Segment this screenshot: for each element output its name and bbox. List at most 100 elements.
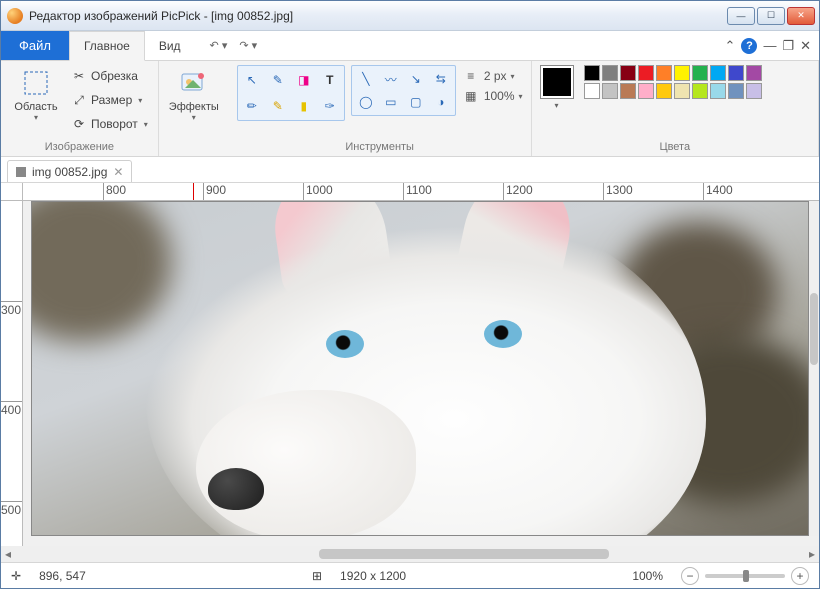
document-tab[interactable]: img 00852.jpg ✕ (7, 160, 132, 182)
status-bar: ✛ 896, 547 ⊞ 1920 x 1200 100% − + (1, 562, 819, 588)
scrollbar-horizontal[interactable]: ◂ ▸ (1, 546, 819, 562)
crop-button[interactable]: ✂ Обрезка (69, 65, 150, 87)
help-icon[interactable]: ? (741, 38, 757, 54)
ellipse-shape[interactable]: ◯ (355, 92, 377, 112)
close-tab-icon[interactable]: ✕ (113, 165, 123, 179)
color-swatch[interactable] (638, 83, 654, 99)
document-tabs: img 00852.jpg ✕ (1, 157, 819, 183)
cursor-position-icon: ✛ (11, 569, 21, 583)
tab-view[interactable]: Вид (145, 31, 196, 60)
ruler-vertical[interactable]: 300400500 (1, 201, 23, 546)
collapse-ribbon-icon[interactable]: ⌃ (725, 38, 736, 54)
color-swatch[interactable] (620, 65, 636, 81)
effects-button[interactable]: Эффекты ▾ (167, 65, 221, 122)
line-shape[interactable]: ╲ (355, 69, 377, 89)
color-swatch[interactable] (602, 83, 618, 99)
select-area-button[interactable]: Область ▾ (9, 65, 63, 122)
redo-button[interactable]: ↷ ▾ (235, 37, 261, 54)
ribbon-tab-row: Файл Главное Вид ↶ ▾ ↷ ▾ ⌃ ? — ❐ ✕ (1, 31, 819, 61)
cursor-position: 896, 547 (39, 569, 86, 583)
undo-button[interactable]: ↶ ▾ (206, 37, 232, 54)
rotate-button[interactable]: ⟳ Поворот▾ (69, 113, 150, 135)
color-swatch[interactable] (602, 65, 618, 81)
color-swatch[interactable] (746, 65, 762, 81)
group-tools-label: Инструменты (237, 139, 523, 156)
effects-icon (178, 67, 210, 99)
canvas-image-content (126, 201, 746, 536)
color-swatch[interactable] (710, 83, 726, 99)
resize-icon: ⤢ (71, 92, 87, 108)
canvas-area[interactable] (23, 201, 819, 546)
zoom-out-button[interactable]: − (681, 567, 699, 585)
color-swatch[interactable] (710, 65, 726, 81)
eraser-tool[interactable]: ◨ (293, 69, 315, 91)
highlighter-tool[interactable]: ▮ (293, 95, 315, 117)
stroke-width-selector[interactable]: ≡ 2 px ▾ (462, 69, 523, 83)
zoom-level: 100% (632, 569, 663, 583)
quick-access-toolbar: ↶ ▾ ↷ ▾ (206, 31, 262, 60)
canvas[interactable] (31, 201, 809, 536)
maximize-button[interactable]: ☐ (757, 7, 785, 25)
inner-close-button[interactable]: ✕ (800, 38, 811, 54)
stroke-icon: ≡ (462, 69, 480, 83)
color-swatch[interactable] (728, 83, 744, 99)
inner-restore-button[interactable]: ❐ (782, 38, 794, 54)
curve-shape[interactable]: 〰 (380, 69, 402, 89)
pointer-tool[interactable]: ↖ (241, 69, 263, 91)
scrollbar-vertical[interactable] (809, 201, 819, 536)
image-dimensions: 1920 x 1200 (340, 569, 406, 583)
document-tab-label: img 00852.jpg (32, 165, 107, 179)
color-swatch[interactable] (674, 83, 690, 99)
select-icon (20, 67, 52, 99)
group-colors-label: Цвета (540, 139, 810, 156)
color-swatch[interactable] (692, 83, 708, 99)
callout-shape[interactable]: ◑ (430, 92, 452, 112)
color-swatch[interactable] (656, 83, 672, 99)
double-arrow-shape[interactable]: ⇆ (430, 69, 452, 89)
group-image: Область ▾ ✂ Обрезка ⤢ Размер▾ ⟳ Поворот▾… (1, 61, 159, 156)
zoom-in-button[interactable]: + (791, 567, 809, 585)
eyedropper-tool[interactable]: ✑ (319, 95, 341, 117)
file-icon (16, 167, 26, 177)
marker-tool[interactable]: ✎ (267, 95, 289, 117)
line-controls: ≡ 2 px ▾ ▦ 100% ▾ (462, 65, 523, 103)
ruler-horizontal[interactable]: 80090010001100120013001400 (23, 183, 819, 201)
color-swatch[interactable] (692, 65, 708, 81)
scroll-left-icon[interactable]: ◂ (1, 547, 15, 561)
fill-icon: ▦ (462, 89, 480, 103)
group-colors: ▾ Цвета (532, 61, 819, 156)
zoom-selector[interactable]: ▦ 100% ▾ (462, 89, 523, 103)
text-tool[interactable]: T (319, 69, 341, 91)
resize-button[interactable]: ⤢ Размер▾ (69, 89, 150, 111)
pencil-tool[interactable]: ✏ (241, 95, 263, 117)
crop-icon: ✂ (71, 68, 87, 84)
close-button[interactable]: ✕ (787, 7, 815, 25)
window-title: Редактор изображений PicPick - [img 0085… (29, 9, 293, 23)
color-swatch[interactable] (746, 83, 762, 99)
color-swatch[interactable] (638, 65, 654, 81)
color-swatch[interactable] (656, 65, 672, 81)
color-swatch[interactable] (584, 83, 600, 99)
titlebar: Редактор изображений PicPick - [img 0085… (1, 1, 819, 31)
rectangle-shape[interactable]: ▭ (380, 92, 402, 112)
inner-minimize-button[interactable]: — (763, 38, 776, 53)
color-swatch[interactable] (728, 65, 744, 81)
tab-home[interactable]: Главное (69, 31, 145, 61)
tab-file[interactable]: Файл (1, 31, 69, 60)
color-palette-row2 (584, 83, 762, 99)
dimensions-icon: ⊞ (312, 569, 322, 583)
color-swatch[interactable] (620, 83, 636, 99)
group-effects: Эффекты ▾ (159, 61, 229, 156)
color-swatch[interactable] (584, 65, 600, 81)
zoom-slider[interactable] (705, 574, 785, 578)
workspace: 80090010001100120013001400 300400500 ◂ (1, 183, 819, 562)
scroll-right-icon[interactable]: ▸ (805, 547, 819, 561)
tool-grid-primary: ↖ ✎ ◨ T ✏ ✎ ▮ ✑ (237, 65, 345, 121)
brush-tool[interactable]: ✎ (267, 69, 289, 91)
arrow-shape[interactable]: ↘ (405, 69, 427, 89)
rounded-rect-shape[interactable]: ▢ (405, 92, 427, 112)
minimize-button[interactable]: — (727, 7, 755, 25)
color-swatch[interactable] (674, 65, 690, 81)
ribbon: Область ▾ ✂ Обрезка ⤢ Размер▾ ⟳ Поворот▾… (1, 61, 819, 157)
current-color-swatch[interactable] (540, 65, 574, 99)
